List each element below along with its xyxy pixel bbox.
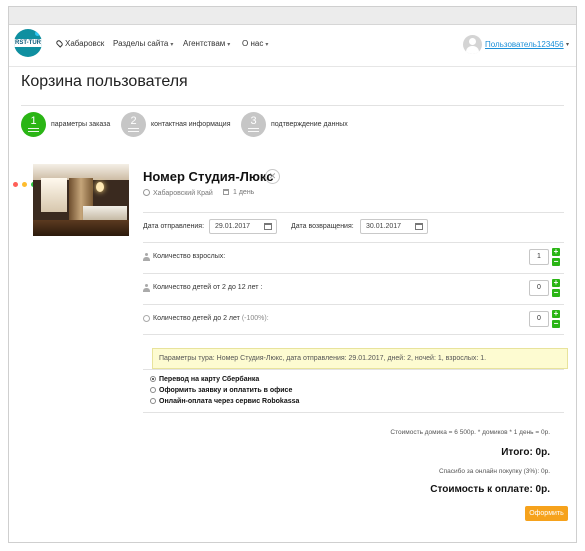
payment-option-sberbank[interactable]: Перевод на карту Сбербанка: [150, 376, 259, 383]
step-circle: 1: [21, 112, 46, 137]
divider: [143, 334, 564, 335]
nav-menu-sections[interactable]: Разделы сайта ▾: [113, 39, 173, 48]
location-pin-icon: [55, 39, 64, 48]
adults-minus-button[interactable]: −: [552, 258, 560, 266]
step-label: подтверждение данных: [271, 121, 348, 128]
chevron-down-icon: ▾: [227, 42, 231, 48]
children-label: Количество детей от 2 до 12 лет :: [153, 284, 263, 291]
return-label: Дата возвращения:: [291, 223, 354, 230]
browser-chrome-bar: [9, 7, 576, 25]
infants-plus-button[interactable]: +: [552, 310, 560, 318]
nav-menu-agencies[interactable]: Агентствам ▾: [183, 39, 230, 48]
page-title: Корзина пользователя: [21, 73, 188, 90]
cost-calculation: Стоимость домика = 6 500р. * домиков * 1…: [390, 429, 550, 436]
infants-quantity[interactable]: 0: [529, 311, 549, 327]
radio-button[interactable]: [150, 376, 156, 382]
city-selector[interactable]: Хабаровск: [55, 39, 105, 48]
remove-item-button[interactable]: ✕: [265, 169, 280, 184]
children-plus-button[interactable]: +: [552, 279, 560, 287]
adult-icon: [143, 253, 150, 261]
step-circle: 2: [121, 112, 146, 137]
chevron-down-icon: ▾: [265, 42, 269, 48]
room-region: Хабаровский Край: [143, 189, 213, 197]
return-date-input[interactable]: 30.01.2017: [360, 219, 428, 234]
children-minus-button[interactable]: −: [552, 289, 560, 297]
divider: [143, 273, 564, 274]
step-label: контактная информация: [151, 121, 231, 128]
adults-quantity[interactable]: 1: [529, 249, 549, 265]
online-fee: Спасибо за онлайн покупку (3%): 0р.: [438, 468, 550, 475]
room-photo[interactable]: [33, 164, 129, 236]
divider: [21, 105, 564, 106]
infants-minus-button[interactable]: −: [552, 320, 560, 328]
divider: [143, 242, 564, 243]
user-avatar[interactable]: [463, 35, 482, 54]
checkout-button[interactable]: Оформить: [525, 506, 568, 521]
infant-icon: [143, 315, 150, 322]
divider: [143, 412, 564, 413]
radio-button[interactable]: [150, 398, 156, 404]
divider: [143, 304, 564, 305]
yellow-dot: [22, 182, 27, 187]
total-amount: Итого: 0р.: [501, 447, 550, 458]
calendar-icon[interactable]: [415, 223, 423, 230]
calendar-icon: [223, 189, 229, 195]
site-logo[interactable]: RST-TUR: [14, 29, 42, 57]
infants-label: Количество детей до 2 лет (-100%):: [153, 315, 269, 322]
step-label: параметры заказа: [51, 121, 111, 128]
red-dot: [13, 182, 18, 187]
nav-menu-about[interactable]: О нас ▾: [242, 39, 268, 48]
radio-button[interactable]: [150, 387, 156, 393]
children-quantity[interactable]: 0: [529, 280, 549, 296]
room-duration: 1 день: [223, 189, 254, 196]
step-circle: 3: [241, 112, 266, 137]
adults-plus-button[interactable]: +: [552, 248, 560, 256]
top-navbar: RST-TUR Хабаровск Разделы сайта ▾ Агентст…: [9, 25, 576, 67]
calendar-icon[interactable]: [264, 223, 272, 230]
payment-option-robokassa[interactable]: Онлайн-оплата через сервис Robokassa: [150, 398, 299, 405]
departure-label: Дата отправления:: [143, 223, 205, 230]
divider: [143, 212, 564, 213]
browser-frame: RST-TUR Хабаровск Разделы сайта ▾ Агентст…: [8, 6, 577, 543]
globe-icon: [143, 189, 150, 196]
user-menu-link[interactable]: Пользователь123456: [485, 40, 564, 49]
chevron-down-icon: ▾: [170, 42, 174, 48]
child-icon: [143, 284, 150, 292]
departure-date-input[interactable]: 29.01.2017: [209, 219, 277, 234]
chevron-down-icon[interactable]: ▾: [566, 41, 569, 48]
amount-to-pay: Стоимость к оплате: 0р.: [430, 484, 550, 495]
divider: [143, 369, 564, 370]
payment-option-office[interactable]: Оформить заявку и оплатить в офисе: [150, 387, 292, 394]
room-title[interactable]: Номер Студия-Люкс: [143, 169, 274, 184]
city-label: Хабаровск: [65, 39, 105, 48]
tour-params-notice: Параметры тура: Номер Студия-Люкс, дата …: [152, 348, 568, 369]
adults-label: Количество взрослых:: [153, 253, 226, 260]
